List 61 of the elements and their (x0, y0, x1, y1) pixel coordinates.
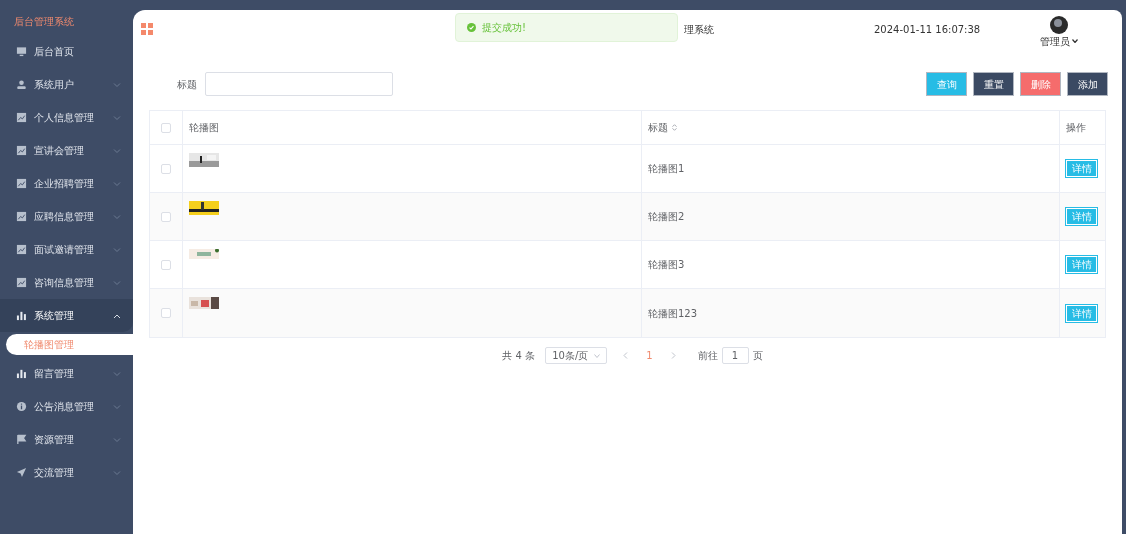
table-cell-text: 轮播图1 (648, 162, 685, 176)
checkbox[interactable] (161, 308, 171, 318)
sidebar-item[interactable]: 留言管理 (0, 357, 133, 390)
toast-message: 提交成功! (482, 21, 526, 35)
sidebar-item[interactable]: 资源管理 (0, 423, 133, 456)
sidebar-item[interactable]: 个人信息管理 (0, 101, 133, 134)
success-icon (467, 23, 476, 32)
flag-icon (16, 434, 27, 445)
user-menu[interactable]: 管理员 (1040, 33, 1078, 49)
sidebar-item[interactable]: 宣讲会管理 (0, 134, 133, 167)
sidebar-item[interactable]: 咨询信息管理 (0, 266, 133, 299)
grid-menu-icon[interactable] (141, 23, 153, 35)
column-header: 轮播图 (189, 121, 219, 135)
column-header[interactable]: 标题 (648, 120, 668, 135)
chart-line-icon (16, 178, 27, 189)
user-icon (16, 79, 27, 90)
send-icon (16, 467, 27, 478)
app-title: 后台管理系统 (13, 15, 75, 29)
toolbar-button[interactable]: 重置 (974, 73, 1013, 95)
checkbox[interactable] (161, 259, 171, 270)
sidebar-item[interactable]: 交流管理 (0, 456, 133, 489)
table-cell-text: 轮播图123 (648, 306, 698, 321)
sidebar-item[interactable]: 后台首页 (0, 35, 133, 68)
search-label: 标题 (177, 77, 197, 92)
total-count: 共 4 条 (502, 349, 536, 363)
chart-line-icon (16, 112, 27, 123)
goto-label: 前往 (697, 349, 718, 363)
prev-page-icon[interactable] (623, 352, 629, 359)
system-title: 理系统 (684, 22, 714, 37)
checkbox[interactable] (161, 211, 171, 222)
next-page-icon[interactable] (670, 352, 676, 359)
info-icon (16, 401, 27, 412)
sidebar-item[interactable]: 系统管理 (0, 299, 133, 332)
chevron-down-icon (594, 353, 601, 358)
datetime: 2024-01-11 16:07:38 (874, 22, 981, 37)
caret-icon (1072, 39, 1078, 43)
bar-chart-icon (16, 310, 27, 321)
goto-page-field[interactable]: 1 (721, 347, 749, 364)
chart-line-icon (16, 145, 27, 156)
sidebar-item[interactable]: 企业招聘管理 (0, 167, 133, 200)
sidebar-item[interactable]: 面试邀请管理 (0, 233, 133, 266)
chart-line-icon (16, 277, 27, 288)
chevron-up-icon (113, 312, 121, 319)
sidebar-item[interactable]: 应聘信息管理 (0, 200, 133, 233)
search-field[interactable] (205, 72, 393, 96)
sidebar-item[interactable]: 系统用户 (0, 68, 133, 101)
sort-icon[interactable] (672, 124, 677, 131)
page-suffix: 页 (752, 349, 763, 363)
monitor-icon (16, 46, 27, 57)
chart-line-icon (16, 211, 27, 222)
table-cell-text: 轮播图3 (648, 258, 685, 272)
column-header: 操作 (1066, 121, 1086, 135)
chart-line-icon (16, 244, 27, 255)
checkbox[interactable] (161, 163, 171, 174)
sidebar-item[interactable]: 公告消息管理 (0, 390, 133, 423)
bar-chart-icon (16, 368, 27, 379)
toolbar-button[interactable]: 添加 (1068, 73, 1107, 95)
avatar[interactable] (1050, 15, 1068, 34)
checkbox[interactable] (161, 122, 171, 133)
table-cell-text: 轮播图2 (648, 210, 685, 224)
page-size-select[interactable]: 10条/页 (545, 347, 608, 364)
